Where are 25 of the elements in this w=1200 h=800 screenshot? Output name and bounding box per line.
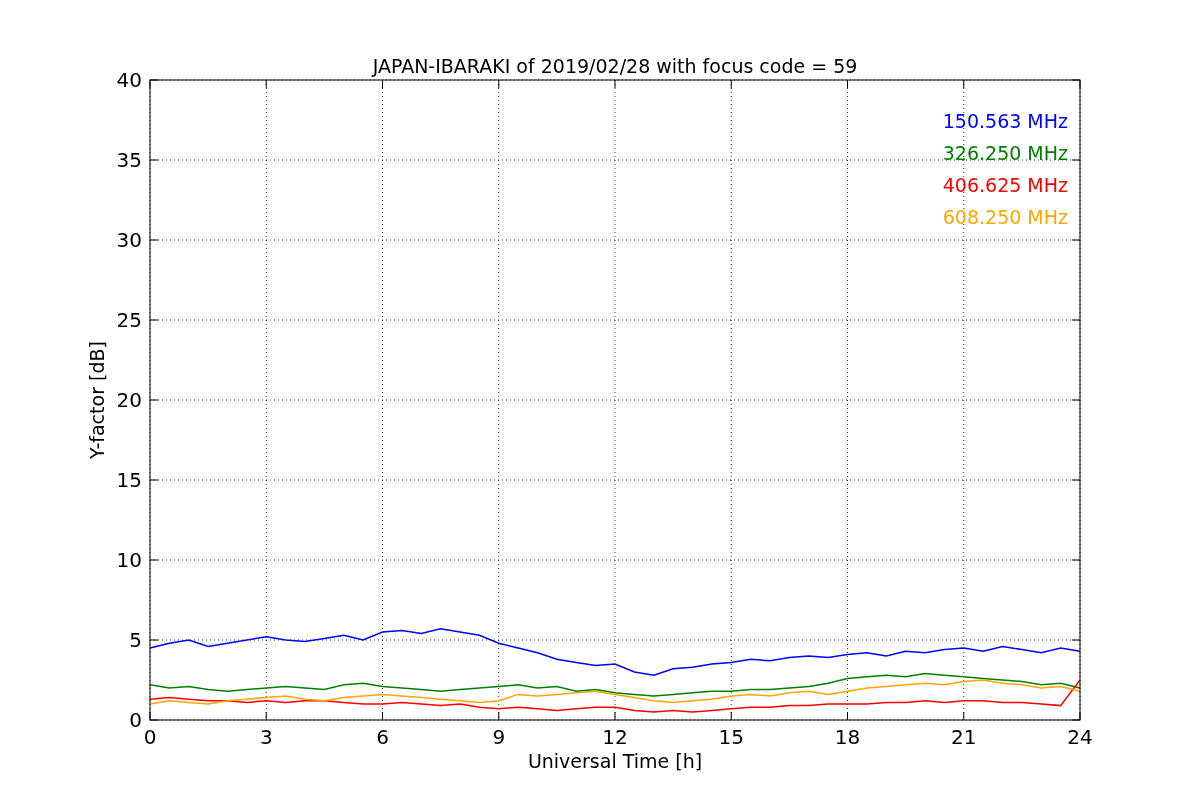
y-tick-label: 35 bbox=[116, 148, 142, 172]
y-tick-label: 5 bbox=[129, 628, 142, 652]
y-tick-label: 30 bbox=[116, 228, 142, 252]
y-tick-label: 10 bbox=[116, 548, 142, 572]
legend-label: 150.563 MHz bbox=[942, 110, 1068, 132]
y-tick-label: 40 bbox=[116, 68, 142, 92]
y-tick-label: 20 bbox=[116, 388, 142, 412]
y-axis-label: Y-factor [dB] bbox=[86, 341, 108, 459]
x-tick-label: 6 bbox=[376, 725, 389, 749]
x-tick-label: 9 bbox=[492, 725, 506, 749]
x-tick-label: 24 bbox=[1067, 725, 1093, 749]
legend-label: 406.625 MHz bbox=[942, 174, 1068, 196]
x-axis-label: Universal Time [h] bbox=[527, 750, 703, 772]
y-tick-label: 0 bbox=[129, 708, 142, 732]
legend-label: 326.250 MHz bbox=[942, 142, 1068, 164]
x-tick-label: 21 bbox=[951, 725, 977, 749]
x-tick-label: 3 bbox=[259, 725, 273, 749]
y-tick-label: 15 bbox=[116, 468, 142, 492]
y-tick-label: 25 bbox=[116, 308, 142, 332]
chart-title: JAPAN-IBARAKI of 2019/02/28 with focus code = 59 bbox=[372, 55, 858, 77]
x-tick-label: 15 bbox=[718, 725, 744, 749]
x-tick-label: 18 bbox=[834, 725, 861, 749]
legend-label: 608.250 MHz bbox=[942, 206, 1068, 228]
x-tick-label: 0 bbox=[143, 725, 157, 749]
x-tick-label: 12 bbox=[602, 725, 628, 749]
